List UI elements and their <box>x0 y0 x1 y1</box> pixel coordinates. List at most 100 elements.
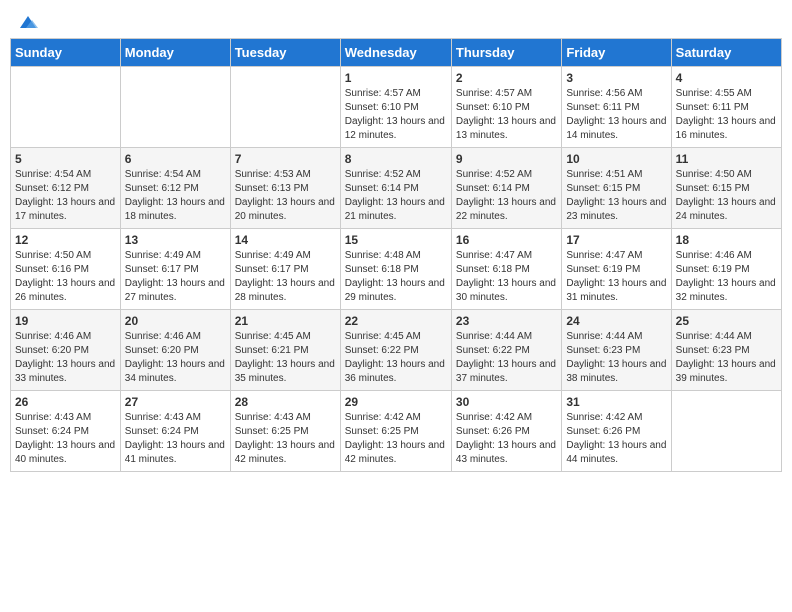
weekday-header-saturday: Saturday <box>671 39 781 67</box>
day-number: 21 <box>235 314 336 328</box>
calendar-cell: 12 Sunrise: 4:50 AM Sunset: 6:16 PM Dayli… <box>11 229 121 310</box>
day-info: Sunrise: 4:44 AM Sunset: 6:23 PM Dayligh… <box>676 330 777 386</box>
calendar-cell <box>230 67 340 148</box>
day-number: 19 <box>15 314 116 328</box>
calendar-cell: 31 Sunrise: 4:42 AM Sunset: 6:26 PM Dayli… <box>562 391 671 472</box>
calendar-cell <box>671 391 781 472</box>
calendar-table: SundayMondayTuesdayWednesdayThursdayFrid… <box>10 38 782 472</box>
day-number: 30 <box>456 395 557 409</box>
day-info: Sunrise: 4:43 AM Sunset: 6:24 PM Dayligh… <box>15 411 116 467</box>
calendar-cell: 9Sunrise: 4:52 AM Sunset: 6:14 PM Daylig… <box>451 148 561 229</box>
calendar-cell: 16 Sunrise: 4:47 AM Sunset: 6:18 PM Dayli… <box>451 229 561 310</box>
day-number: 5 <box>15 152 116 166</box>
calendar-cell: 17 Sunrise: 4:47 AM Sunset: 6:19 PM Dayli… <box>562 229 671 310</box>
day-number: 1 <box>345 71 447 85</box>
day-info: Sunrise: 4:46 AM Sunset: 6:20 PM Dayligh… <box>125 330 226 386</box>
day-info: Sunrise: 4:57 AM Sunset: 6:10 PM Dayligh… <box>345 87 447 143</box>
day-number: 20 <box>125 314 226 328</box>
calendar-cell: 5Sunrise: 4:54 AM Sunset: 6:12 PM Daylig… <box>11 148 121 229</box>
weekday-header-friday: Friday <box>562 39 671 67</box>
day-info: Sunrise: 4:45 AM Sunset: 6:22 PM Dayligh… <box>345 330 447 386</box>
calendar-cell: 13 Sunrise: 4:49 AM Sunset: 6:17 PM Dayli… <box>120 229 230 310</box>
day-number: 4 <box>676 71 777 85</box>
day-info: Sunrise: 4:42 AM Sunset: 6:26 PM Dayligh… <box>456 411 557 467</box>
week-row-4: 19 Sunrise: 4:46 AM Sunset: 6:20 PM Dayli… <box>11 310 782 391</box>
calendar-cell <box>11 67 121 148</box>
day-info: Sunrise: 4:45 AM Sunset: 6:21 PM Dayligh… <box>235 330 336 386</box>
day-number: 2 <box>456 71 557 85</box>
logo <box>14 10 40 30</box>
day-info: Sunrise: 4:53 AM Sunset: 6:13 PM Dayligh… <box>235 168 336 224</box>
day-number: 15 <box>345 233 447 247</box>
day-info: Sunrise: 4:51 AM Sunset: 6:15 PM Dayligh… <box>566 168 666 224</box>
day-info: Sunrise: 4:49 AM Sunset: 6:17 PM Dayligh… <box>125 249 226 305</box>
weekday-header-row: SundayMondayTuesdayWednesdayThursdayFrid… <box>11 39 782 67</box>
day-number: 23 <box>456 314 557 328</box>
calendar-cell: 19Sunrise: 4:46 AM Sunset: 6:20 PM Dayli… <box>11 310 121 391</box>
day-number: 11 <box>676 152 777 166</box>
day-info: Sunrise: 4:54 AM Sunset: 6:12 PM Dayligh… <box>125 168 226 224</box>
calendar-cell: 27Sunrise: 4:43 AM Sunset: 6:24 PM Dayli… <box>120 391 230 472</box>
calendar-cell: 15 Sunrise: 4:48 AM Sunset: 6:18 PM Dayli… <box>340 229 451 310</box>
calendar-cell: 30 Sunrise: 4:42 AM Sunset: 6:26 PM Dayli… <box>451 391 561 472</box>
calendar-cell: 26 Sunrise: 4:43 AM Sunset: 6:24 PM Dayli… <box>11 391 121 472</box>
day-number: 12 <box>15 233 116 247</box>
day-info: Sunrise: 4:57 AM Sunset: 6:10 PM Dayligh… <box>456 87 557 143</box>
week-row-3: 12 Sunrise: 4:50 AM Sunset: 6:16 PM Dayli… <box>11 229 782 310</box>
weekday-header-thursday: Thursday <box>451 39 561 67</box>
day-info: Sunrise: 4:47 AM Sunset: 6:19 PM Dayligh… <box>566 249 666 305</box>
calendar-cell: 8Sunrise: 4:52 AM Sunset: 6:14 PM Daylig… <box>340 148 451 229</box>
day-info: Sunrise: 4:56 AM Sunset: 6:11 PM Dayligh… <box>566 87 666 143</box>
logo-icon <box>16 10 40 34</box>
week-row-5: 26 Sunrise: 4:43 AM Sunset: 6:24 PM Dayli… <box>11 391 782 472</box>
day-info: Sunrise: 4:49 AM Sunset: 6:17 PM Dayligh… <box>235 249 336 305</box>
day-info: Sunrise: 4:52 AM Sunset: 6:14 PM Dayligh… <box>345 168 447 224</box>
day-info: Sunrise: 4:46 AM Sunset: 6:19 PM Dayligh… <box>676 249 777 305</box>
calendar-cell: 1 Sunrise: 4:57 AM Sunset: 6:10 PM Daylig… <box>340 67 451 148</box>
calendar-cell: 4 Sunrise: 4:55 AM Sunset: 6:11 PM Daylig… <box>671 67 781 148</box>
calendar-cell <box>120 67 230 148</box>
day-number: 7 <box>235 152 336 166</box>
day-info: Sunrise: 4:47 AM Sunset: 6:18 PM Dayligh… <box>456 249 557 305</box>
weekday-header-wednesday: Wednesday <box>340 39 451 67</box>
day-info: Sunrise: 4:42 AM Sunset: 6:25 PM Dayligh… <box>345 411 447 467</box>
day-info: Sunrise: 4:50 AM Sunset: 6:15 PM Dayligh… <box>676 168 777 224</box>
day-info: Sunrise: 4:50 AM Sunset: 6:16 PM Dayligh… <box>15 249 116 305</box>
calendar-cell: 21 Sunrise: 4:45 AM Sunset: 6:21 PM Dayli… <box>230 310 340 391</box>
day-number: 13 <box>125 233 226 247</box>
calendar-cell: 3 Sunrise: 4:56 AM Sunset: 6:11 PM Daylig… <box>562 67 671 148</box>
day-number: 28 <box>235 395 336 409</box>
calendar-cell: 24Sunrise: 4:44 AM Sunset: 6:23 PM Dayli… <box>562 310 671 391</box>
calendar-cell: 18 Sunrise: 4:46 AM Sunset: 6:19 PM Dayli… <box>671 229 781 310</box>
day-number: 9 <box>456 152 557 166</box>
day-info: Sunrise: 4:55 AM Sunset: 6:11 PM Dayligh… <box>676 87 777 143</box>
day-info: Sunrise: 4:44 AM Sunset: 6:22 PM Dayligh… <box>456 330 557 386</box>
day-number: 14 <box>235 233 336 247</box>
day-info: Sunrise: 4:43 AM Sunset: 6:24 PM Dayligh… <box>125 411 226 467</box>
day-number: 26 <box>15 395 116 409</box>
weekday-header-monday: Monday <box>120 39 230 67</box>
day-number: 17 <box>566 233 666 247</box>
day-number: 22 <box>345 314 447 328</box>
calendar-cell: 10 Sunrise: 4:51 AM Sunset: 6:15 PM Dayli… <box>562 148 671 229</box>
calendar-cell: 25 Sunrise: 4:44 AM Sunset: 6:23 PM Dayli… <box>671 310 781 391</box>
day-number: 29 <box>345 395 447 409</box>
page-header <box>10 10 782 30</box>
calendar-cell: 28Sunrise: 4:43 AM Sunset: 6:25 PM Dayli… <box>230 391 340 472</box>
calendar-cell: 2 Sunrise: 4:57 AM Sunset: 6:10 PM Daylig… <box>451 67 561 148</box>
day-info: Sunrise: 4:42 AM Sunset: 6:26 PM Dayligh… <box>566 411 666 467</box>
weekday-header-sunday: Sunday <box>11 39 121 67</box>
day-info: Sunrise: 4:48 AM Sunset: 6:18 PM Dayligh… <box>345 249 447 305</box>
day-number: 16 <box>456 233 557 247</box>
week-row-2: 5 Sunrise: 4:54 AM Sunset: 6:12 PM Daylig… <box>11 148 782 229</box>
day-number: 25 <box>676 314 777 328</box>
day-number: 31 <box>566 395 666 409</box>
calendar-cell: 20 Sunrise: 4:46 AM Sunset: 6:20 PM Dayli… <box>120 310 230 391</box>
day-number: 18 <box>676 233 777 247</box>
calendar-cell: 29 Sunrise: 4:42 AM Sunset: 6:25 PM Dayli… <box>340 391 451 472</box>
day-info: Sunrise: 4:44 AM Sunset: 6:23 PM Dayligh… <box>566 330 666 386</box>
day-number: 3 <box>566 71 666 85</box>
day-number: 6 <box>125 152 226 166</box>
day-number: 10 <box>566 152 666 166</box>
calendar-cell: 7 Sunrise: 4:53 AM Sunset: 6:13 PM Daylig… <box>230 148 340 229</box>
